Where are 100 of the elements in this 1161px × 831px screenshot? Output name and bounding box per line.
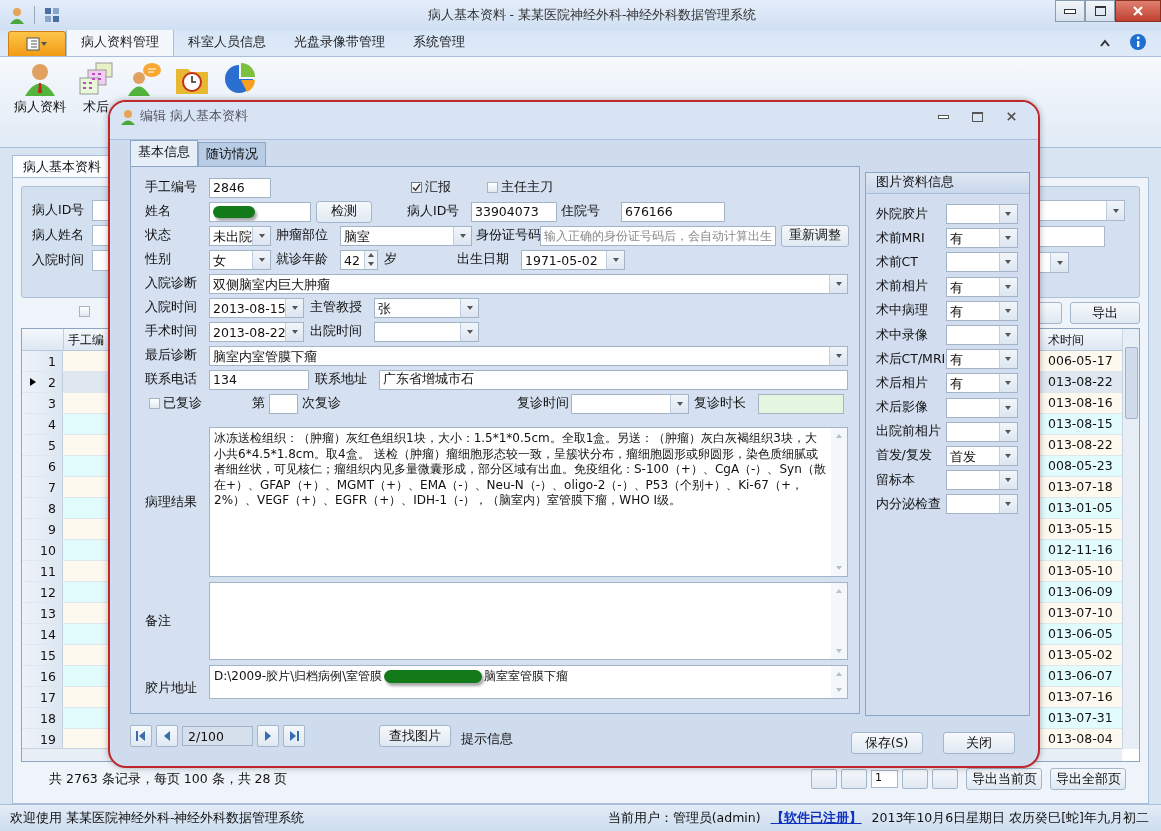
export-button[interactable]: 导出当前页 (966, 768, 1042, 790)
scrollbar[interactable] (1122, 329, 1139, 749)
close-button[interactable]: 关闭 (942, 732, 1015, 754)
input-field[interactable]: 33904073 (471, 201, 557, 222)
close-button[interactable] (1115, 0, 1161, 22)
dropdown[interactable]: 双侧脑室内巨大肿瘤 (209, 273, 848, 294)
dropdown[interactable]: 女 (209, 249, 271, 270)
save-button[interactable]: 保存(S) (850, 732, 923, 754)
find-image-button[interactable]: 查找图片 (379, 725, 451, 747)
ribbon-tab[interactable]: 光盘录像带管理 (280, 29, 399, 56)
calendar-icon[interactable] (78, 61, 114, 97)
row-header[interactable]: 14 (22, 624, 63, 644)
check-button[interactable]: 检测 (316, 200, 372, 223)
row-header[interactable]: 11 (22, 561, 63, 581)
registration-link[interactable]: 【软件已注册】 (770, 809, 862, 827)
previous-page-button[interactable] (841, 769, 867, 789)
ribbon-tab[interactable]: 系统管理 (399, 29, 479, 56)
person-icon[interactable] (22, 61, 58, 97)
row-header[interactable]: 9 (22, 519, 63, 539)
unit-label: 岁 (384, 251, 397, 268)
input-field[interactable] (209, 201, 311, 222)
date-picker[interactable] (374, 321, 479, 342)
date-picker[interactable]: 2013-08-15 (209, 297, 304, 318)
collapse-icon[interactable] (1099, 38, 1111, 48)
ribbon-button-label[interactable]: 术后 (83, 99, 109, 116)
number-spinner[interactable]: 42 (340, 249, 378, 270)
row-header[interactable]: 3 (22, 393, 63, 413)
input-field[interactable]: 2846 (209, 177, 271, 198)
input-field[interactable]: 广东省增城市石 (379, 369, 848, 390)
dropdown[interactable]: 有 (945, 276, 1018, 297)
field-label: 就诊年龄 (276, 251, 329, 268)
maximize-button[interactable] (1085, 0, 1115, 22)
checkbox[interactable] (149, 398, 160, 409)
app-menu-button[interactable] (8, 31, 66, 56)
first-record-button[interactable] (130, 725, 152, 747)
row-header[interactable]: 5 (22, 435, 63, 455)
input-field[interactable] (758, 393, 844, 414)
row-header[interactable]: 4 (22, 414, 63, 434)
row-header[interactable]: 10 (22, 540, 63, 560)
export-button[interactable]: 导出全部页 (1050, 768, 1126, 790)
dropdown[interactable]: 未出院 (209, 225, 271, 246)
ribbon-tab[interactable]: 病人资料管理 (66, 28, 174, 56)
ribbon-button-label[interactable]: 病人资料 (14, 99, 66, 116)
row-header[interactable]: 18 (22, 708, 63, 728)
row-header[interactable]: 13 (22, 603, 63, 623)
row-header[interactable]: 1 (22, 351, 63, 371)
dropdown[interactable]: 脑室 (340, 225, 472, 246)
readjust-button[interactable]: 重新调整 (781, 224, 849, 247)
dropdown[interactable]: 有 (945, 373, 1018, 394)
minimize-button[interactable] (1055, 0, 1085, 22)
dropdown[interactable]: 有 (945, 228, 1018, 249)
last-record-button[interactable] (283, 725, 305, 747)
checkbox[interactable] (79, 305, 90, 317)
input-field[interactable] (269, 393, 298, 414)
info-icon[interactable] (1129, 33, 1147, 51)
text-area[interactable]: 冰冻送检组织：（肿瘤）灰红色组织1块，大小：1.5*1*0.5cm。全取1盒。另送：（肿瘤）灰白灰褐组织3块，大小共6*4.5*1.8cm。取4盒。 送检（肿瘤）瘤细胞形态较一致，呈簇状分布，瘤细胞圆形或卵圆形，染色质细腻或者细丝状，可见核仁；瘤组织内见多量微囊形成，部分区域有出血。免疫组化：S-100（+）、CgA（-）、Syn（散在+）、GFAP（+）、MGMT（+）、EMA（-）、Neu-N（-）、oligo-2（-）、P53（个别+）、Ki-67（+，2%）、VEGF（+）、EGFR（+）、IDH-1（-），（脑室内）室管膜下瘤，WHO Ⅰ级。 (209, 427, 848, 577)
field-label: 出生日期 (457, 251, 510, 268)
window-title: 病人基本资料 - 某某医院神经外科-神经外科数据管理系统 (427, 6, 757, 24)
next-page-button[interactable] (902, 769, 928, 789)
column-header[interactable]: 术时间 (1044, 329, 1122, 350)
date-picker[interactable]: 1971-05-02 (521, 249, 625, 270)
row-header[interactable]: 7 (22, 477, 63, 497)
row-header[interactable]: 19 (22, 729, 63, 749)
row-header[interactable]: 15 (22, 645, 63, 665)
first-page-button[interactable] (811, 769, 837, 789)
row-header[interactable]: 16 (22, 666, 63, 686)
date-picker[interactable] (571, 393, 689, 414)
dropdown[interactable]: 首发 (945, 445, 1018, 466)
dropdown[interactable]: 有 (945, 349, 1018, 370)
ribbon-tab[interactable]: 科室人员信息 (174, 29, 280, 56)
row-header[interactable]: 12 (22, 582, 63, 602)
field-label: 复诊时长 (694, 395, 747, 412)
text-area[interactable]: D:\2009-胶片\归档病例\室管膜 脑室室管膜下瘤 (209, 665, 848, 699)
record-position-field[interactable]: 2/100 (182, 726, 253, 746)
checkbox[interactable] (487, 182, 498, 193)
row-header[interactable]: 6 (22, 456, 63, 476)
row-header[interactable]: 17 (22, 687, 63, 707)
dropdown[interactable]: 张 (374, 297, 479, 318)
last-page-button[interactable] (932, 769, 958, 789)
input-field[interactable]: 134 (209, 369, 309, 390)
checkbox[interactable] (411, 182, 422, 193)
date-picker[interactable]: 2013-08-22 (209, 321, 304, 342)
previous-record-button[interactable] (156, 725, 178, 747)
dropdown[interactable]: 脑室内室管膜下瘤 (209, 345, 848, 366)
dropdown[interactable]: 有 (945, 300, 1018, 321)
page-field[interactable]: 1 (871, 770, 898, 788)
tab[interactable]: 随访情况 (198, 142, 266, 166)
row-header[interactable]: 2 (22, 372, 63, 392)
input-field[interactable]: 输入正确的身份证号码后，会自动计算出生 (540, 225, 776, 246)
tab[interactable]: 基本信息 (130, 140, 198, 166)
input-field[interactable]: 676166 (621, 201, 725, 222)
table-cell-text: 013-05-10 (1047, 562, 1114, 580)
next-record-button[interactable] (257, 725, 279, 747)
person-chat-icon[interactable] (126, 61, 162, 97)
export-button[interactable]: 导出 (1070, 302, 1140, 324)
grid-icon[interactable] (43, 6, 61, 24)
text-area[interactable] (209, 582, 848, 660)
field-label: 复诊时间 (517, 395, 570, 412)
field-label: 手术时间 (145, 323, 198, 340)
row-header[interactable]: 8 (22, 498, 63, 518)
